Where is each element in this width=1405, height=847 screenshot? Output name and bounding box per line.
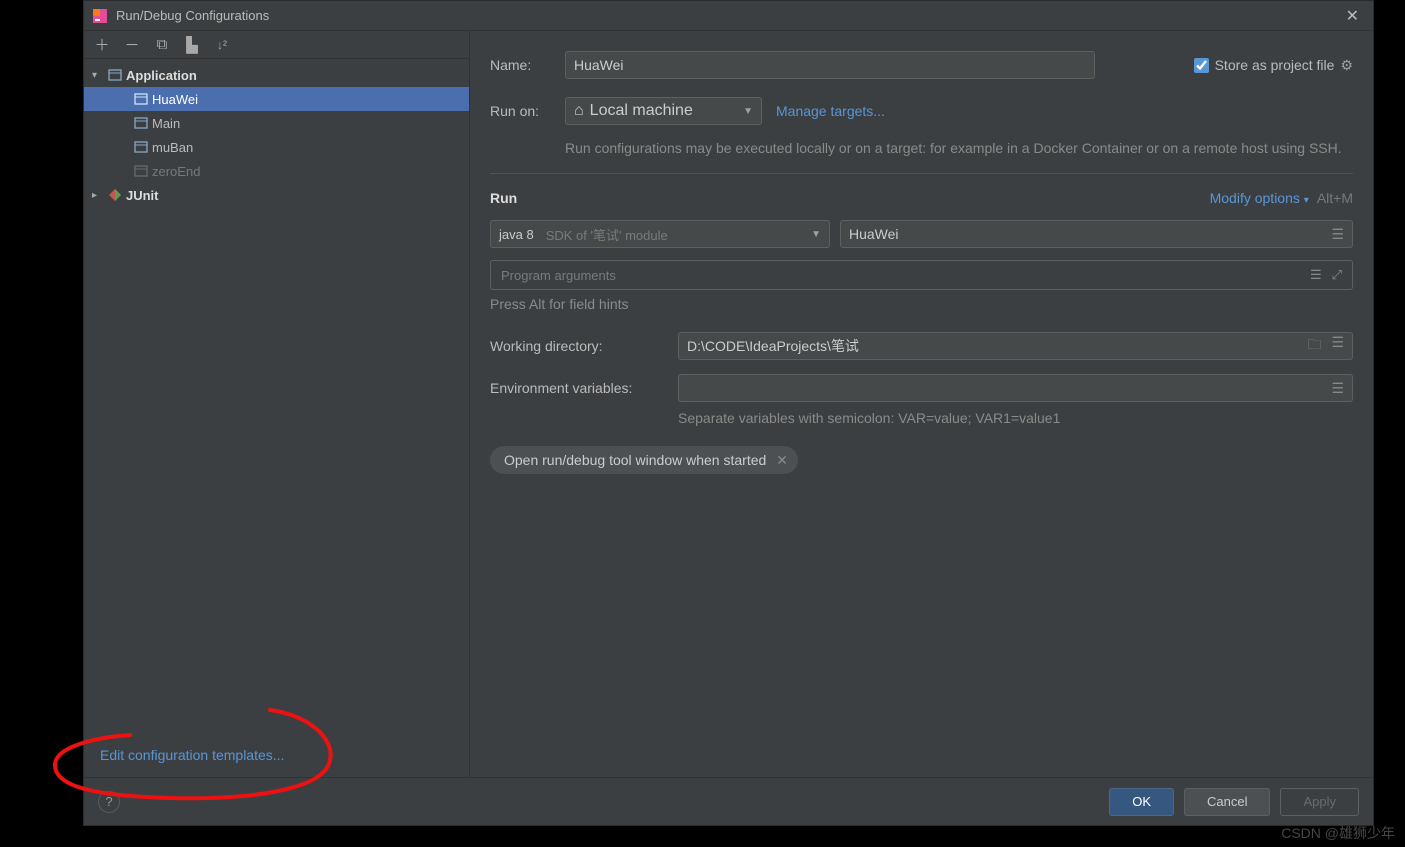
divider (490, 173, 1353, 174)
run-config-icon (132, 139, 150, 155)
tree-label: HuaWei (150, 92, 198, 107)
gear-icon[interactable]: ⚙ (1340, 57, 1353, 74)
chip-label: Open run/debug tool window when started (504, 452, 766, 468)
workdir-input[interactable]: D:\CODE\IdeaProjects\笔试 🗀 ☰ (678, 332, 1353, 360)
jdk-value: java 8 (499, 227, 534, 242)
chevron-down-icon: ▼ (811, 229, 821, 240)
chevron-right-icon: ▸ (92, 190, 106, 201)
modify-shortcut: Alt+M (1317, 190, 1353, 206)
application-icon (106, 67, 124, 83)
env-hint: Separate variables with semicolon: VAR=v… (678, 410, 1353, 426)
home-icon: ⌂ (574, 102, 584, 120)
manage-targets-link[interactable]: Manage targets... (776, 103, 885, 119)
runon-dropdown[interactable]: ⌂ Local machine ▼ (565, 97, 762, 125)
env-input[interactable]: ☰ (678, 374, 1353, 402)
sidebar-toolbar: ＋ － ⧉ ▙ ↓² (84, 31, 469, 59)
name-row: Name: Store as project file ⚙ (490, 51, 1353, 79)
field-hints-text: Press Alt for field hints (490, 296, 1353, 312)
run-section-header: Run Modify options ▾ Alt+M (490, 190, 1353, 206)
list-icon[interactable]: ☰ (1331, 334, 1344, 358)
runon-description: Run configurations may be executed local… (565, 137, 1353, 159)
main-panel: Name: Store as project file ⚙ Run on: ⌂ … (470, 31, 1373, 777)
apply-button[interactable]: Apply (1280, 788, 1359, 816)
dialog-body: ＋ － ⧉ ▙ ↓² ▾ Application HuaWei Main (84, 31, 1373, 777)
tree-item-main[interactable]: Main (84, 111, 469, 135)
config-tree: ▾ Application HuaWei Main muBan (84, 59, 469, 735)
working-directory-row: Working directory: D:\CODE\IdeaProjects\… (490, 332, 1353, 360)
main-class-value: HuaWei (849, 226, 899, 242)
env-label: Environment variables: (490, 380, 678, 396)
dialog-footer: ? OK Cancel Apply (84, 777, 1373, 825)
run-config-icon (132, 115, 150, 131)
edit-templates-link[interactable]: Edit configuration templates... (100, 747, 284, 763)
folder-icon[interactable]: ▙ (184, 36, 200, 54)
tree-label: Application (124, 68, 197, 83)
store-checkbox[interactable] (1194, 58, 1209, 73)
tree-item-huawei[interactable]: HuaWei (84, 87, 469, 111)
tree-node-junit[interactable]: ▸ JUnit (84, 183, 469, 207)
remove-icon[interactable]: － (124, 34, 140, 55)
tree-item-zeroend[interactable]: zeroEnd (84, 159, 469, 183)
copy-icon[interactable]: ⧉ (154, 36, 170, 53)
program-arguments-input[interactable]: Program arguments ☰ ⤢ (490, 260, 1353, 290)
store-label: Store as project file (1215, 57, 1335, 73)
chevron-down-icon: ▾ (92, 70, 106, 81)
open-tool-window-chip[interactable]: Open run/debug tool window when started … (490, 446, 798, 474)
chevron-down-icon: ▼ (743, 106, 753, 117)
watermark: CSDN @雄狮少年 (1281, 823, 1395, 843)
tree-item-muban[interactable]: muBan (84, 135, 469, 159)
tree-label: Main (150, 116, 180, 131)
folder-icon[interactable]: 🗀 (1307, 334, 1321, 358)
intellij-icon (92, 8, 108, 24)
close-icon[interactable]: ✕ (776, 452, 788, 469)
env-row: Environment variables: ☰ (490, 374, 1353, 402)
name-label: Name: (490, 57, 565, 73)
modify-options-link[interactable]: Modify options ▾ (1210, 190, 1309, 206)
expand-icon[interactable]: ⤢ (1332, 267, 1342, 283)
main-class-input[interactable]: HuaWei ☰ (840, 220, 1353, 248)
tree-label: JUnit (124, 188, 159, 203)
runon-row: Run on: ⌂ Local machine ▼ Manage targets… (490, 97, 1353, 125)
cancel-button[interactable]: Cancel (1184, 788, 1270, 816)
workdir-value: D:\CODE\IdeaProjects\笔试 (687, 336, 859, 356)
run-config-icon (132, 163, 150, 179)
jdk-dropdown[interactable]: java 8 SDK of '笔试' module ▼ (490, 220, 830, 248)
junit-icon (106, 187, 124, 203)
jdk-row: java 8 SDK of '笔试' module ▼ HuaWei ☰ (490, 220, 1353, 248)
jdk-hint: SDK of '笔试' module (546, 225, 668, 244)
run-config-icon (132, 91, 150, 107)
tree-label: zeroEnd (150, 164, 200, 179)
list-icon[interactable]: ☰ (1331, 380, 1344, 397)
tree-label: muBan (150, 140, 193, 155)
close-icon[interactable]: ✕ (1340, 6, 1365, 26)
help-icon[interactable]: ? (98, 791, 120, 813)
add-icon[interactable]: ＋ (94, 34, 110, 55)
workdir-label: Working directory: (490, 338, 678, 354)
sidebar: ＋ － ⧉ ▙ ↓² ▾ Application HuaWei Main (84, 31, 470, 777)
run-debug-dialog: Run/Debug Configurations ✕ ＋ － ⧉ ▙ ↓² ▾ … (83, 0, 1374, 826)
list-icon[interactable]: ☰ (1331, 226, 1344, 243)
store-as-project-file[interactable]: Store as project file ⚙ (1194, 57, 1353, 74)
ok-button[interactable]: OK (1109, 788, 1174, 816)
tree-node-application[interactable]: ▾ Application (84, 63, 469, 87)
list-icon[interactable]: ☰ (1310, 267, 1322, 283)
sort-icon[interactable]: ↓² (214, 38, 230, 52)
run-section-title: Run (490, 190, 517, 206)
name-input[interactable] (565, 51, 1095, 79)
args-placeholder: Program arguments (501, 268, 616, 283)
runon-value: Local machine (590, 102, 693, 120)
sidebar-footer: Edit configuration templates... (84, 735, 469, 777)
runon-label: Run on: (490, 103, 565, 119)
titlebar: Run/Debug Configurations ✕ (84, 1, 1373, 31)
window-title: Run/Debug Configurations (116, 8, 1340, 23)
